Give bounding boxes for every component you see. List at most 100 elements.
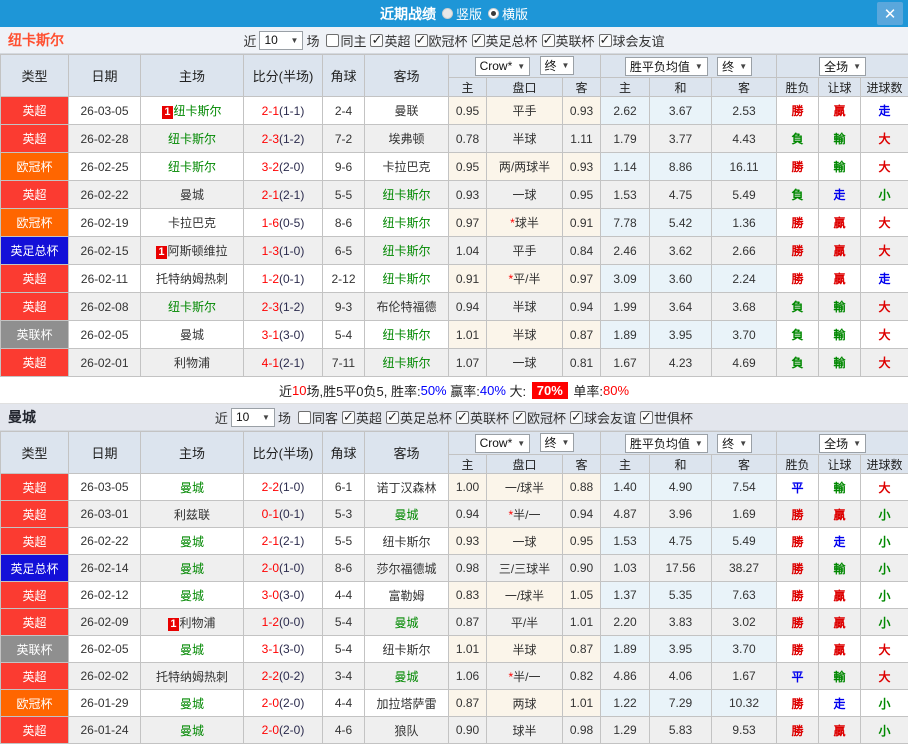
wdw-average-select[interactable]: 胜平负均值 ▼ (624, 56, 708, 76)
handicap-line: 半球 (486, 320, 563, 349)
league-filter-checkbox[interactable]: 世俱杯 (640, 408, 693, 427)
panel-title: 近期战绩 (379, 5, 436, 22)
league-badge: 英超 (0, 264, 69, 293)
corner-count: 9-6 (322, 152, 365, 181)
league-filter-checkbox[interactable]: 英足总杯 (385, 408, 452, 427)
home-team-name: 利物浦 (173, 356, 210, 370)
result-handicap: 輸 (818, 292, 862, 321)
league-filter-checkbox[interactable]: 欧冠杯 (513, 408, 566, 427)
sub-handicap-result: 让球 (818, 77, 862, 97)
layout-vertical-radio[interactable]: 竖版 (441, 4, 482, 23)
league-filter-checkbox[interactable]: 同客 (297, 408, 338, 427)
team2-league-filters: 同客 英超 英足总杯 英联杯 (294, 408, 693, 427)
league-filter-checkbox[interactable]: 欧冠杯 (414, 31, 468, 50)
handicap-line: 一球 (486, 527, 563, 555)
wdw-time-select[interactable]: 终 ▼ (717, 56, 753, 76)
scope-select[interactable]: 全场 ▼ (819, 433, 866, 453)
odds-away-win: 5.49 (710, 180, 778, 209)
handicap-text: 两球 (512, 696, 537, 711)
match-row: 英超 26-02-02 托特纳姆热刺 2-2(0-2) 3-4 曼城 1.06 … (0, 662, 908, 690)
chevron-down-icon: ▼ (517, 61, 526, 71)
match-date: 26-01-24 (68, 716, 141, 744)
result-handicap: 贏 (818, 236, 862, 265)
league-filter-checkbox[interactable]: 英超 (370, 31, 411, 50)
league-filter-checkbox[interactable]: 球会友谊 (598, 31, 665, 50)
result-handicap: 贏 (818, 635, 862, 663)
score-cell: 1-2(0-0) (243, 608, 323, 636)
league-filter-checkbox[interactable]: 英足总杯 (471, 31, 538, 50)
corner-count: 4-4 (322, 689, 365, 717)
match-date: 26-02-14 (68, 554, 141, 582)
col-away: 客场 (364, 54, 449, 97)
league-filter-checkbox[interactable]: 英超 (341, 408, 382, 427)
result-overunder: 大 (860, 320, 908, 349)
odds-time-select[interactable]: 终 ▼ (539, 433, 575, 453)
match-row: 英联杯 26-02-05 曼城 3-1(3-0) 5-4 纽卡斯尔 1.01 半… (0, 635, 908, 663)
halftime-score: (3-0) (279, 588, 305, 602)
team2-results-table: 类型 日期 主场 比分(半场) 角球 客场 Crow* ▼ 终 ▼ 胜平负均值 ▼ 终… (0, 431, 908, 744)
home-team-cell: 曼城 (140, 180, 244, 209)
handicap-away-odds: 0.82 (562, 662, 601, 690)
chevron-down-icon: ▼ (290, 35, 299, 45)
odds-company-select[interactable]: Crow* ▼ (474, 56, 531, 76)
away-team-cell: 卡拉巴克 (364, 152, 449, 181)
close-button[interactable]: ✕ (877, 2, 903, 25)
handicap-line: 一/球半 (486, 473, 563, 501)
away-team-cell: 纽卡斯尔 (364, 348, 449, 377)
handicap-line: 球半 (486, 716, 563, 744)
handicap-text: 一球 (512, 188, 537, 202)
fulltime-score: 3-1 (261, 327, 279, 342)
result-wdl: 勝 (776, 208, 820, 237)
odds-home-win: 4.86 (600, 662, 650, 690)
corner-count: 5-4 (322, 608, 365, 636)
league-badge: 英超 (0, 662, 69, 690)
handicap-text: 三/三球半 (498, 561, 551, 576)
league-filter-checkbox[interactable]: 球会友谊 (570, 408, 636, 427)
col-type: 类型 (0, 431, 69, 474)
halftime-score: (2-0) (279, 159, 305, 174)
col-corner: 角球 (322, 431, 365, 474)
away-team-cell: 纽卡斯尔 (364, 180, 449, 209)
handicap-away-odds: 0.91 (562, 208, 601, 237)
team2-match-count-select[interactable]: 10 ▼ (230, 407, 275, 427)
score-cell: 2-2(1-0) (243, 473, 323, 501)
score-cell: 4-1(2-1) (243, 348, 323, 377)
sub-wdl: 胜负 (776, 77, 820, 97)
odds-home-win: 1.99 (600, 292, 650, 321)
handicap-text: 一/球半 (504, 480, 545, 495)
odds-home-win: 1.67 (600, 348, 650, 377)
league-filter-checkbox[interactable]: 英联杯 (456, 408, 509, 427)
halftime-score: (0-1) (279, 507, 305, 521)
result-overunder: 大 (860, 635, 908, 663)
match-row: 英足总杯 26-02-15 1 阿斯顿维拉 1-3(1-0) 6-5 纽卡斯尔 1… (0, 236, 908, 265)
league-badge: 英超 (0, 96, 69, 125)
away-team-name: 曼城 (394, 615, 419, 630)
odds-away-win: 2.53 (710, 96, 778, 125)
away-team-name: 纽卡斯尔 (382, 188, 431, 202)
corner-count: 4-4 (322, 581, 365, 609)
halftime-score: (3-0) (279, 642, 305, 656)
scope-select[interactable]: 全场 ▼ (819, 56, 866, 76)
handicap-line: 一球 (486, 180, 563, 209)
league-filter-checkbox[interactable]: 英联杯 (541, 31, 595, 50)
odds-draw: 5.35 (649, 581, 712, 609)
filter-label: 同主 (340, 33, 367, 49)
col-date: 日期 (68, 431, 141, 474)
wdw-time-select[interactable]: 终 ▼ (717, 433, 753, 453)
team1-match-count-select[interactable]: 10 ▼ (259, 30, 304, 50)
radio-horizontal-label: 横版 (502, 7, 529, 22)
odds-draw: 3.96 (649, 500, 712, 528)
summary-part: 场,胜5平0负5, 胜率: (306, 383, 421, 399)
odds-home-win: 1.37 (600, 581, 650, 609)
league-filter-checkbox[interactable]: 同主 (326, 31, 366, 50)
league-badge: 英联杯 (0, 635, 69, 663)
wdw-average-select[interactable]: 胜平负均值 ▼ (624, 433, 708, 453)
home-team-name: 曼城 (179, 642, 204, 657)
filter-label: 欧冠杯 (428, 33, 468, 49)
handicap-line: 半球 (486, 124, 563, 153)
odds-company-select[interactable]: Crow* ▼ (474, 433, 531, 453)
layout-horizontal-radio[interactable]: 横版 (488, 4, 528, 23)
odds-time-select[interactable]: 终 ▼ (539, 56, 575, 76)
match-date: 26-01-29 (68, 689, 141, 717)
away-team-name: 狼队 (394, 723, 419, 738)
